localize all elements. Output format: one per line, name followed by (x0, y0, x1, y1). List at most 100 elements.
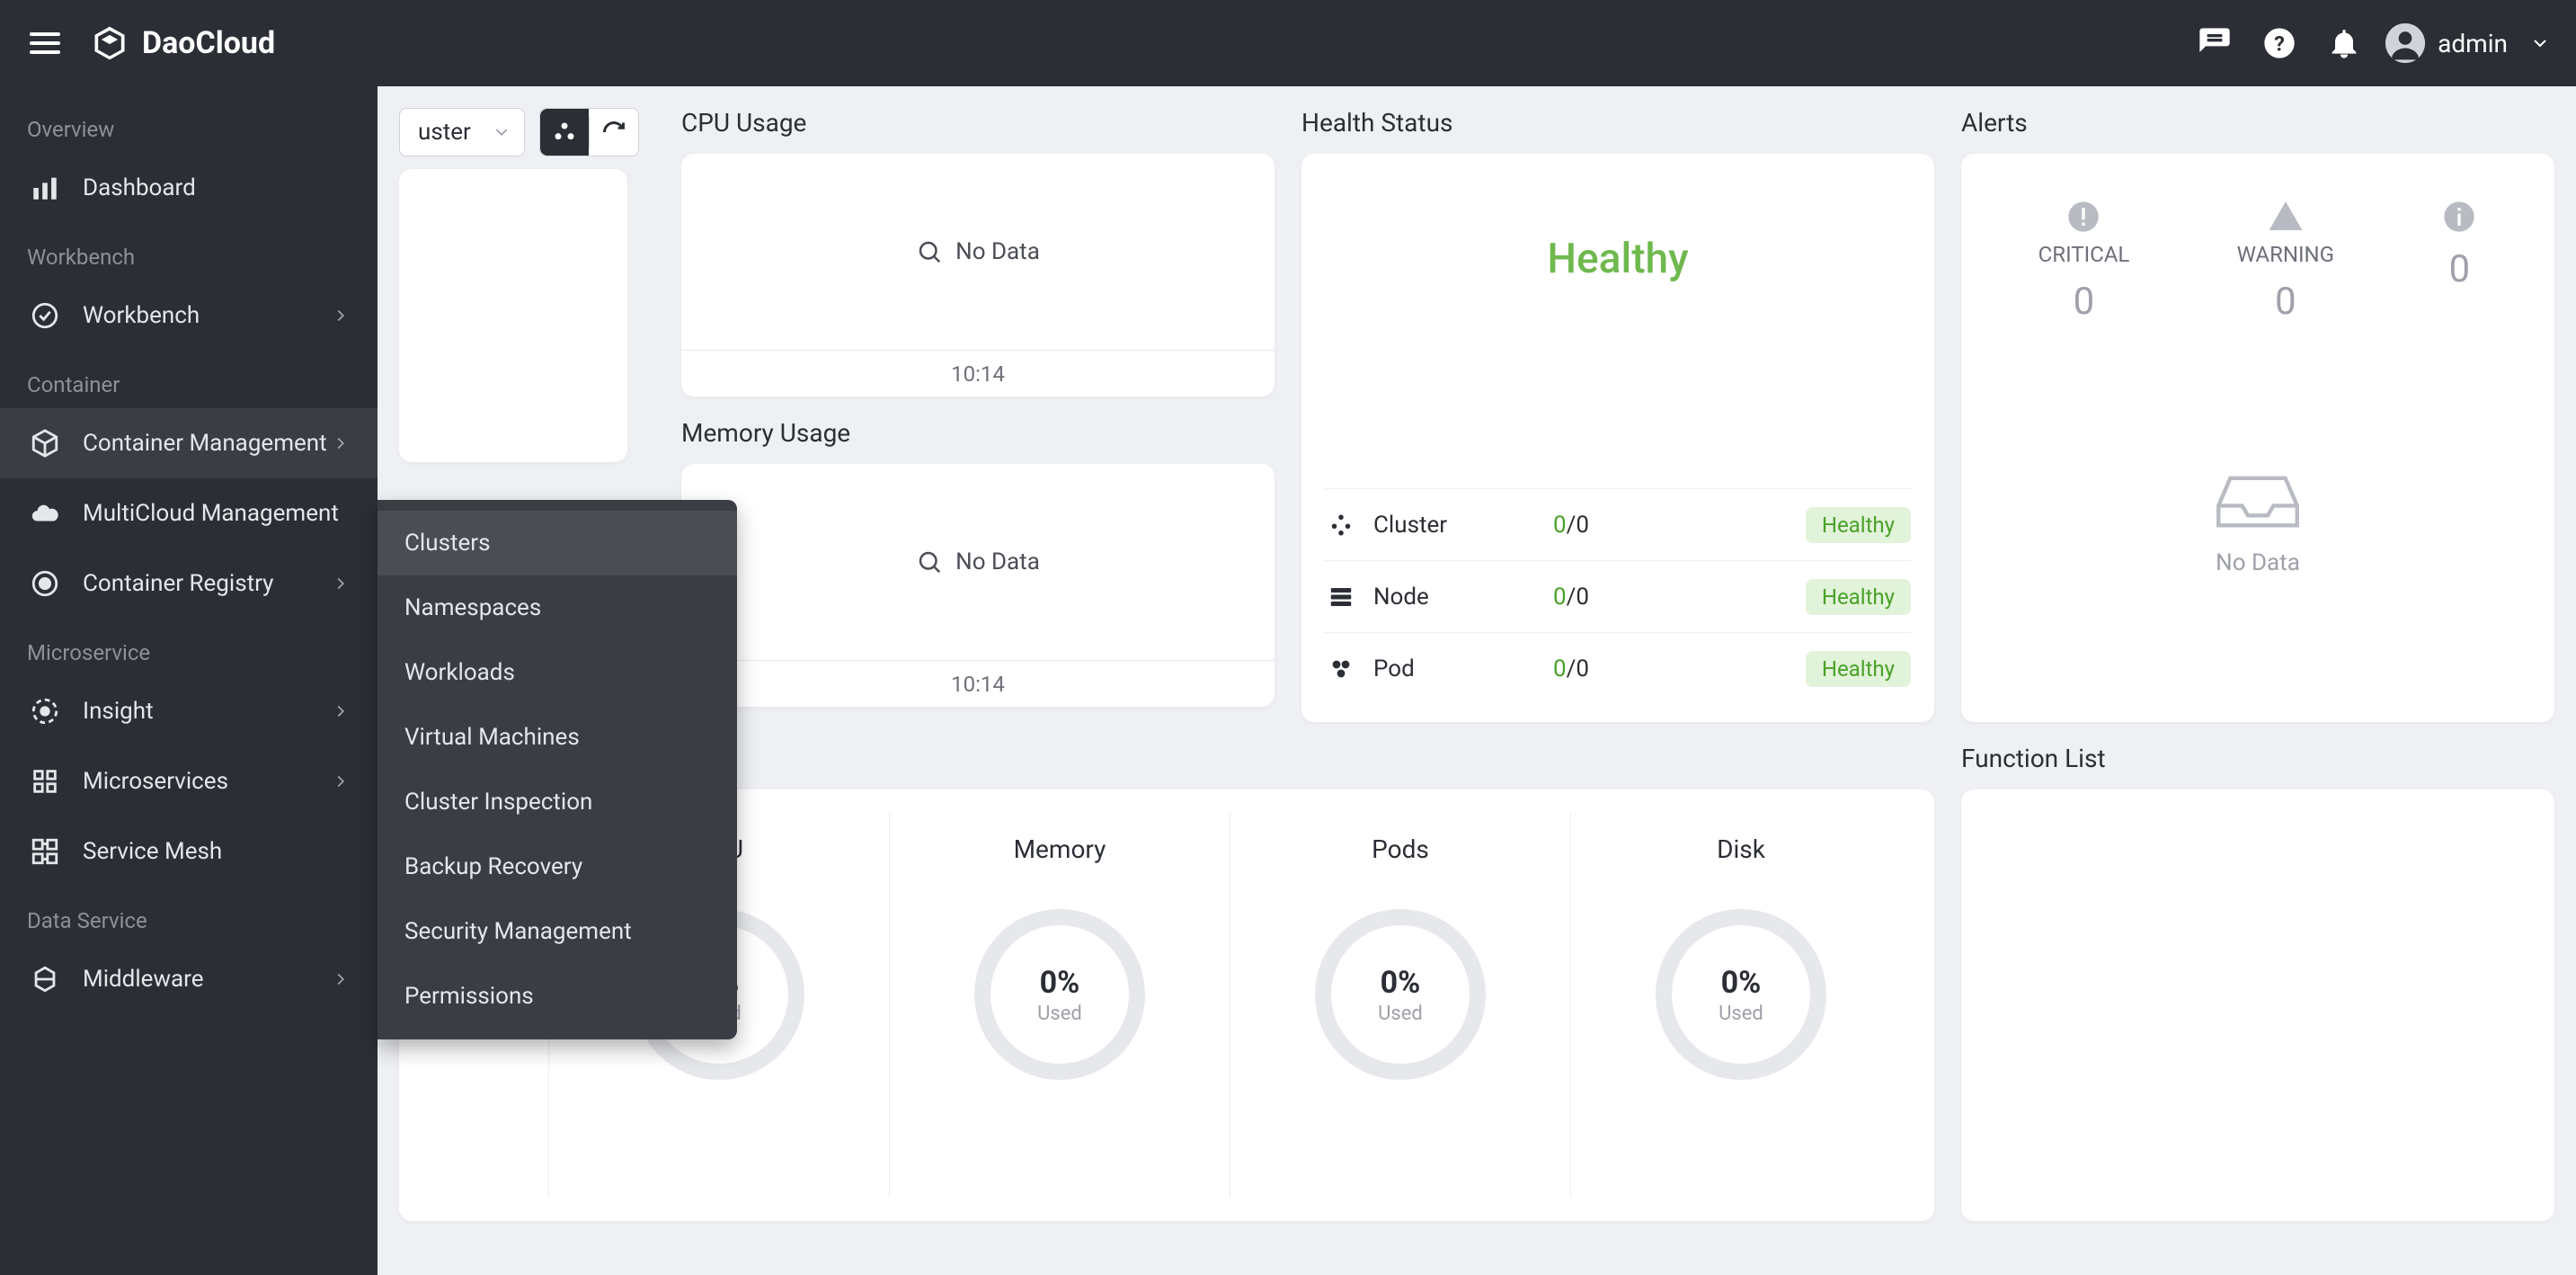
critical-icon (2065, 199, 2101, 235)
chevron-right-icon (331, 969, 351, 989)
chevron-right-icon (331, 771, 351, 791)
section-workbench: Workbench (0, 223, 378, 281)
search-icon (916, 548, 943, 575)
health-label: Pod (1373, 655, 1553, 682)
submenu-label: Workloads (404, 659, 515, 686)
alert-value: 0 (2237, 280, 2334, 324)
chevron-right-icon (331, 574, 351, 593)
nav-container-management[interactable]: Container Management (0, 408, 378, 478)
health-label: Node (1373, 584, 1553, 611)
health-count: 0/0 (1553, 655, 1806, 682)
alerts-title: Alerts (1961, 86, 2554, 154)
chevron-right-icon (331, 306, 351, 325)
nav-service-mesh[interactable]: Service Mesh (0, 816, 378, 887)
nav-middleware[interactable]: Middleware (0, 944, 378, 1014)
nav-label: Workbench (83, 302, 200, 329)
gauge-percent: 0% (1721, 965, 1762, 1001)
health-status-value: Healthy (1325, 172, 1911, 337)
node-icon (1325, 581, 1357, 613)
brand-name: DaoCloud (142, 25, 275, 61)
resource-disk: Disk 0% Used (1570, 813, 1911, 1198)
memory-usage-title: Memory Usage (681, 397, 1275, 464)
submenu-cluster-inspection[interactable]: Cluster Inspection (378, 770, 737, 834)
no-data-text: No Data (955, 238, 1040, 265)
select-value: uster (418, 119, 471, 146)
cluster-icon (1325, 509, 1357, 541)
submenu-label: Virtual Machines (404, 724, 580, 751)
help-icon[interactable]: ? (2256, 20, 2303, 67)
view-toggle (539, 108, 639, 156)
hamburger-menu-button[interactable] (25, 23, 65, 63)
nav-label: MultiCloud Management (83, 500, 339, 527)
memory-usage-card: No Data 10:14 (681, 464, 1275, 707)
submenu-permissions[interactable]: Permissions (378, 964, 737, 1029)
cluster-selector[interactable]: uster (399, 108, 525, 156)
notifications-icon[interactable] (2321, 20, 2367, 67)
pods-gauge: 0% Used (1315, 909, 1486, 1080)
submenu-vms[interactable]: Virtual Machines (378, 705, 737, 770)
submenu-clusters[interactable]: Clusters (378, 511, 737, 575)
health-status-card: Healthy Cluster 0/0 Healthy Node 0/0 Hea… (1301, 154, 1934, 722)
nav-label: Insight (83, 698, 154, 725)
health-count: 0/0 (1553, 512, 1806, 539)
container-mgmt-submenu: Clusters Namespaces Workloads Virtual Ma… (378, 500, 737, 1039)
nav-label: Service Mesh (83, 838, 222, 865)
dashboard-icon (27, 170, 63, 206)
nav-microservices[interactable]: Microservices (0, 746, 378, 816)
chevron-right-icon (331, 433, 351, 453)
nav-label: Middleware (83, 966, 204, 993)
submenu-label: Clusters (404, 530, 491, 557)
health-row-pod: Pod 0/0 Healthy (1325, 632, 1911, 704)
mesh-icon (27, 834, 63, 869)
svg-text:?: ? (2274, 31, 2285, 56)
cloud-icon (27, 495, 63, 531)
resource-label: Memory (1014, 834, 1106, 864)
alert-value: 0 (2039, 280, 2130, 324)
alerts-card: CRITICAL 0 WARNING 0 0 (1961, 154, 2554, 722)
nav-insight[interactable]: Insight (0, 676, 378, 746)
messages-icon[interactable] (2191, 20, 2238, 67)
alert-info: 0 (2441, 199, 2477, 324)
toggle-refresh-button[interactable] (590, 109, 638, 156)
chevron-right-icon (331, 701, 351, 721)
nav-label: Dashboard (83, 174, 196, 201)
alerts-empty-text: No Data (2216, 549, 2300, 576)
health-row-cluster: Cluster 0/0 Healthy (1325, 488, 1911, 560)
toggle-overview-button[interactable] (540, 109, 589, 156)
username: admin (2438, 29, 2508, 58)
nav-multicloud[interactable]: MultiCloud Management (0, 478, 378, 548)
section-microservice: Microservice (0, 619, 378, 676)
alert-critical: CRITICAL 0 (2039, 199, 2130, 324)
cpu-usage-title: CPU Usage (681, 86, 1275, 154)
submenu-label: Backup Recovery (404, 853, 582, 880)
alert-value: 0 (2441, 247, 2477, 291)
alert-label: CRITICAL (2039, 242, 2130, 267)
submenu-namespaces[interactable]: Namespaces (378, 575, 737, 640)
resource-pods: Pods 0% Used (1230, 813, 1570, 1198)
memory-time-axis: 10:14 (681, 660, 1275, 707)
gauge-used: Used (1378, 1003, 1423, 1025)
section-overview: Overview (0, 95, 378, 153)
submenu-workloads[interactable]: Workloads (378, 640, 737, 705)
nav-workbench[interactable]: Workbench (0, 281, 378, 351)
insight-icon (27, 693, 63, 729)
health-status-title: Health Status (1301, 86, 1934, 154)
app-header: DaoCloud ? admin (0, 0, 2576, 86)
sidebar: Overview Dashboard Workbench Workbench C… (0, 86, 378, 1275)
inbox-icon (2208, 470, 2307, 533)
nav-dashboard[interactable]: Dashboard (0, 153, 378, 223)
user-menu[interactable]: admin (2385, 23, 2551, 63)
brand-logo[interactable]: DaoCloud (90, 23, 275, 63)
section-data-service: Data Service (0, 887, 378, 944)
nav-registry[interactable]: Container Registry (0, 548, 378, 619)
gauge-percent: 0% (1381, 965, 1421, 1001)
health-badge: Healthy (1806, 651, 1911, 687)
submenu-label: Security Management (404, 918, 632, 945)
submenu-security[interactable]: Security Management (378, 899, 737, 964)
submenu-backup[interactable]: Backup Recovery (378, 834, 737, 899)
workbench-icon (27, 298, 63, 334)
submenu-label: Cluster Inspection (404, 789, 592, 816)
cpu-time-axis: 10:14 (681, 350, 1275, 397)
section-container: Container (0, 351, 378, 408)
no-data-text: No Data (955, 548, 1040, 575)
